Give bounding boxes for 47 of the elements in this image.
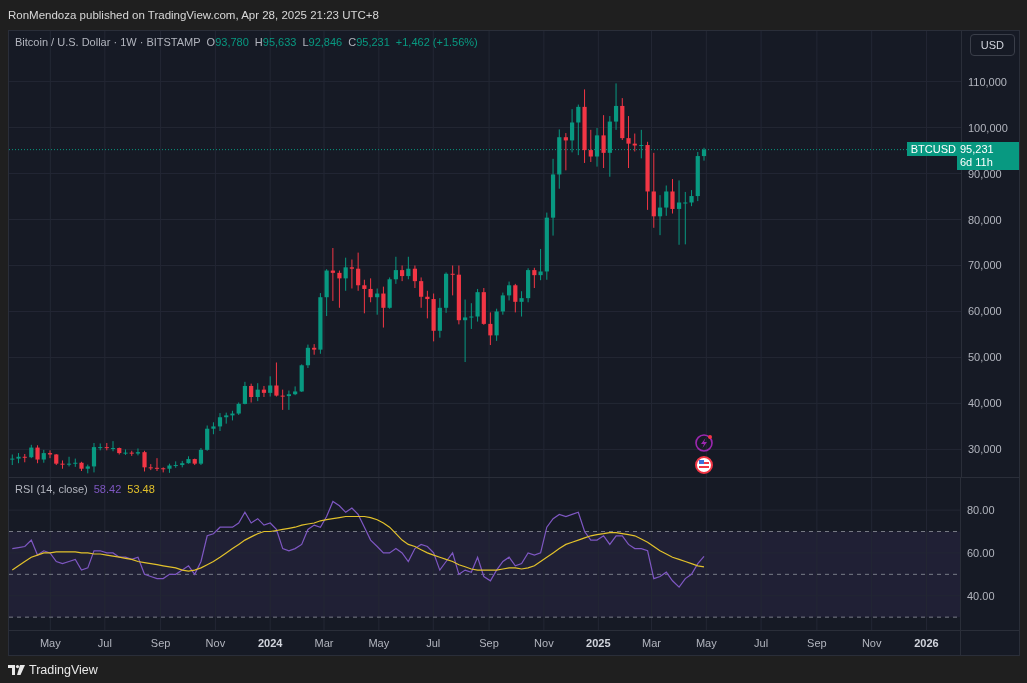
axis-label: 60,000 [968, 305, 1002, 318]
time-label: 2025 [586, 637, 611, 649]
axis-label: 90,000 [968, 167, 1002, 180]
ohlc-value: L92,846 [302, 36, 343, 48]
time-label: Nov [861, 637, 882, 649]
time-label: Jul [754, 637, 769, 649]
rsi-value: 58.42 [93, 483, 122, 495]
axis-label: 40,000 [968, 397, 1002, 410]
time-label: May [368, 637, 390, 649]
axis-label: 80.00 [967, 504, 995, 517]
ohlc-value: H95,633 [254, 36, 297, 48]
symbol-title: Bitcoin / U.S. Dollar · 1W · BITSTAMP [15, 36, 201, 48]
time-label: 2026 [914, 637, 939, 649]
symbol-tag: BTCUSD [906, 141, 960, 156]
currency-button[interactable]: USD [969, 34, 1015, 56]
bar-countdown: 6d 11h [960, 155, 994, 169]
publish-info: RonMendoza published on TradingView.com, Apr 28, 2025 21:23 UTC+8 [7, 8, 380, 23]
time-label: Sep [150, 637, 171, 649]
axis-label: 70,000 [968, 259, 1002, 272]
lightning-icon [695, 434, 713, 452]
indicator-title: RSI (14, close) [15, 483, 88, 495]
ohlc-value: C95,231 [348, 36, 390, 48]
time-label: 2024 [257, 637, 283, 649]
time-label: May [695, 637, 717, 649]
axis-label: 30,000 [968, 443, 1002, 456]
time-label: Mar [642, 637, 661, 649]
time-label: Sep [479, 637, 499, 649]
time-label: Mar [314, 637, 334, 649]
logo-icon [8, 664, 25, 675]
axis-label: 100,000 [968, 121, 1008, 134]
time-label: Nov [205, 637, 226, 649]
time-label: Jul [97, 637, 112, 649]
time-label: Jul [426, 637, 441, 649]
axis-label: 60.00 [967, 546, 995, 559]
ohlc-value: O93,780 [206, 36, 249, 48]
time-label: Nov [534, 637, 554, 649]
rsi-average-value: 53.48 [127, 483, 155, 495]
time-label: Sep [807, 637, 827, 649]
axis-label: 50,000 [968, 351, 1002, 364]
flag-icon [695, 456, 713, 474]
axis-label: 40.00 [967, 589, 995, 602]
price-change: +1,462 (+1.56%) [395, 36, 478, 48]
axis-label: 110,000 [968, 75, 1007, 88]
axis-label: 80,000 [968, 213, 1002, 226]
brand-name: TradingView [29, 662, 98, 677]
last-price: 95,231 [960, 142, 995, 156]
time-label: May [39, 637, 61, 649]
